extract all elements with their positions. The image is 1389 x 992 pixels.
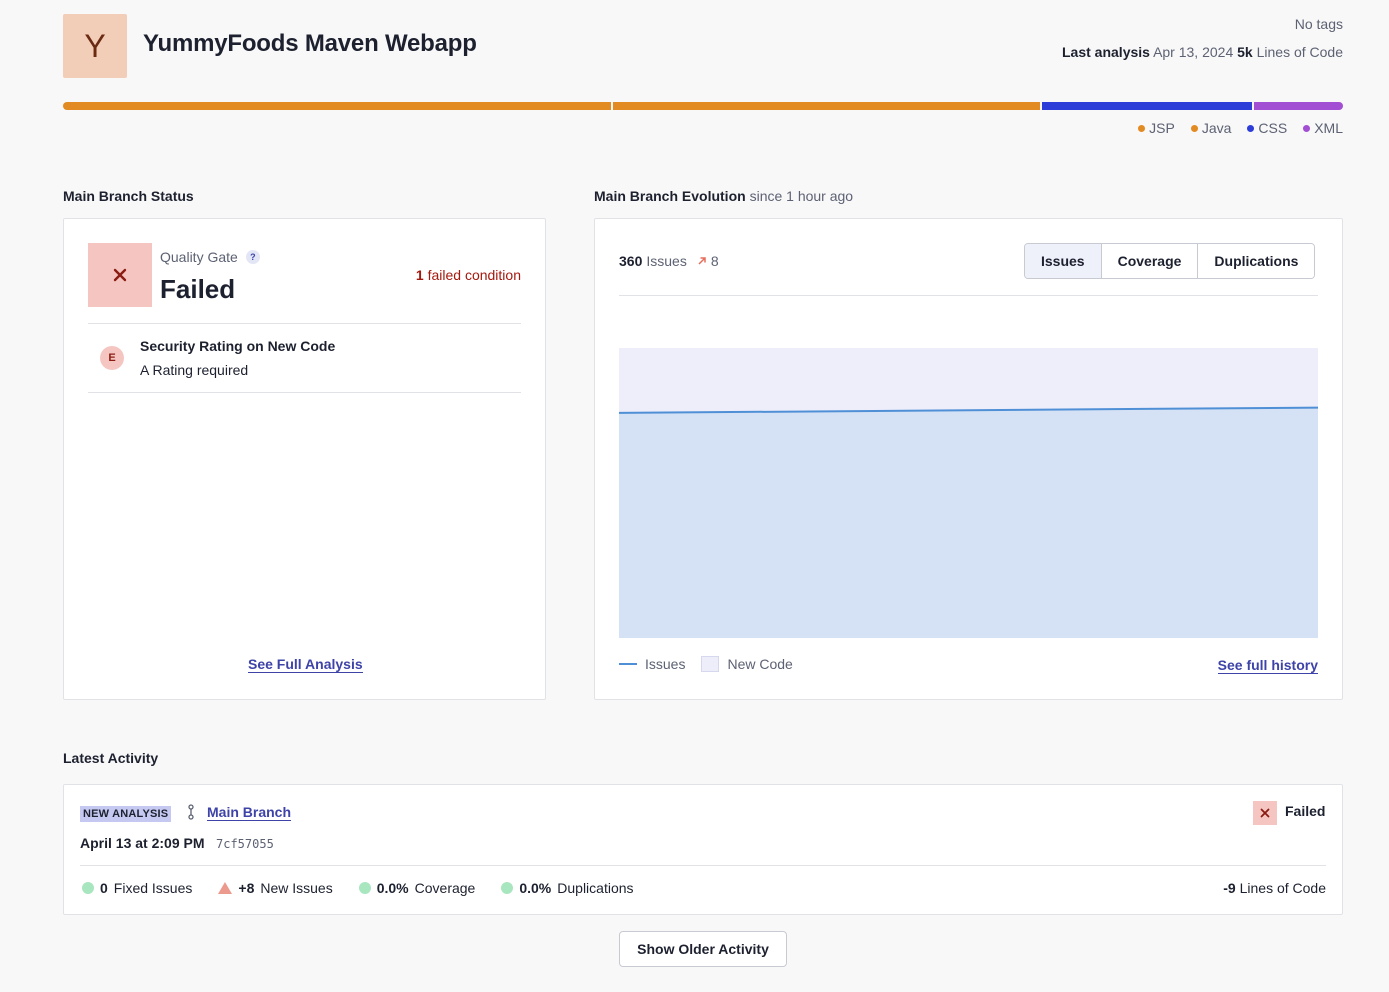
quality-gate-label: Quality Gate ? xyxy=(160,249,260,265)
analysis-date: April 13 at 2:09 PM xyxy=(80,835,205,851)
activity-stats: 0 Fixed Issues +8 New Issues 0.0% Covera… xyxy=(82,880,634,896)
project-avatar: Y xyxy=(63,14,127,78)
issues-area xyxy=(619,407,1318,638)
divider xyxy=(619,295,1318,296)
main-branch-link[interactable]: Main Branch xyxy=(207,804,292,821)
fixed-issues-label: Fixed Issues xyxy=(113,880,193,896)
last-analysis-label: Last analysis xyxy=(1062,44,1150,60)
duplications-label: Duplications xyxy=(557,880,634,896)
evolution-title: Main Branch Evolution xyxy=(594,188,746,204)
see-full-history-link[interactable]: See full history xyxy=(1217,657,1318,674)
legend-item-issues: Issues xyxy=(619,656,685,672)
divider xyxy=(88,392,521,393)
project-title: YummyFoods Maven Webapp xyxy=(143,30,477,57)
condition-requirement: A Rating required xyxy=(140,362,249,378)
new-issues-value: +8 xyxy=(238,880,255,896)
quality-gate-label-text: Quality Gate xyxy=(160,249,238,265)
stat-duplications: 0.0% Duplications xyxy=(501,880,634,896)
legend-item-css: CSS xyxy=(1247,120,1287,136)
failed-condition-count: 1 failed condition xyxy=(416,267,521,283)
language-segment-java xyxy=(612,102,1040,110)
coverage-value: 0.0% xyxy=(376,880,409,896)
legend-new-code-swatch xyxy=(701,656,720,672)
legend-label: JSP xyxy=(1149,120,1175,136)
failed-status-icon xyxy=(1253,801,1277,825)
security-rating-badge: E xyxy=(100,346,124,370)
loc-delta-value: -9 xyxy=(1223,880,1236,896)
language-segment-jsp xyxy=(63,102,611,110)
see-full-analysis-link[interactable]: See Full Analysis xyxy=(248,656,363,673)
divider xyxy=(88,323,521,324)
condition-title[interactable]: Security Rating on New Code xyxy=(140,338,335,354)
loc-label: Lines of Code xyxy=(1256,44,1343,60)
legend-dot xyxy=(1138,124,1146,132)
warning-triangle-icon xyxy=(218,882,233,894)
new-analysis-badge: NEW ANALYSIS xyxy=(80,806,172,822)
last-analysis-date: Apr 13, 2024 xyxy=(1153,44,1234,60)
legend-label: XML xyxy=(1314,120,1343,136)
evolution-section-title: Main Branch Evolution since 1 hour ago xyxy=(594,188,853,204)
status-section-title: Main Branch Status xyxy=(63,188,194,204)
metric-toggle: Issues Coverage Duplications xyxy=(1024,243,1316,279)
green-dot-icon xyxy=(82,882,94,894)
quality-gate-failed-icon xyxy=(88,243,152,307)
legend-dot xyxy=(1247,124,1255,132)
arrow-up-right-icon xyxy=(698,257,706,265)
failed-count: 1 xyxy=(415,267,424,283)
quality-gate-status: Failed xyxy=(160,274,236,304)
issues-evolution-chart xyxy=(619,348,1319,638)
x-icon xyxy=(113,268,127,282)
activity-status: Failed xyxy=(1285,803,1326,819)
loc-delta-label: Lines of Code xyxy=(1239,880,1326,896)
legend-dot xyxy=(1303,124,1311,132)
stat-new-issues: +8 New Issues xyxy=(218,880,333,896)
tab-issues[interactable]: Issues xyxy=(1025,244,1102,278)
legend-item-java: Java xyxy=(1190,120,1232,136)
legend-dot xyxy=(1190,124,1198,132)
issues-trend-value: 8 xyxy=(710,253,719,269)
show-older-activity-button[interactable]: Show Older Activity xyxy=(619,931,787,967)
legend-label: Java xyxy=(1201,120,1232,136)
language-segment-css xyxy=(1041,102,1252,110)
legend-item-xml: XML xyxy=(1303,120,1343,136)
issues-value: 360 xyxy=(619,253,643,269)
help-icon[interactable]: ? xyxy=(245,250,260,264)
evolution-since: since 1 hour ago xyxy=(749,188,854,204)
commit-hash[interactable]: 7cf57055 xyxy=(216,837,274,851)
tab-duplications[interactable]: Duplications xyxy=(1198,244,1315,278)
chart-legend: Issues New Code xyxy=(619,656,793,672)
loc-value: 5k xyxy=(1237,44,1253,60)
green-dot-icon xyxy=(358,882,371,894)
legend-label: CSS xyxy=(1258,120,1288,136)
language-legend: JSP Java CSS XML xyxy=(1138,120,1343,136)
coverage-label: Coverage xyxy=(414,880,476,896)
tab-coverage[interactable]: Coverage xyxy=(1101,244,1199,278)
legend-issues-label: Issues xyxy=(645,656,686,672)
divider xyxy=(80,865,1326,866)
project-tags[interactable]: No tags xyxy=(1295,16,1343,32)
green-dot-icon xyxy=(501,882,514,894)
fixed-issues-value: 0 xyxy=(100,880,108,896)
failed-count-label: failed condition xyxy=(427,267,521,283)
activity-section-title: Latest Activity xyxy=(63,750,159,766)
stat-fixed-issues: 0 Fixed Issues xyxy=(82,880,192,896)
lines-of-code-delta: -9 Lines of Code xyxy=(1223,880,1326,896)
language-segment-xml xyxy=(1253,102,1343,110)
legend-line-swatch xyxy=(619,663,637,665)
last-analysis-info: Last analysis Apr 13, 2024 5k Lines of C… xyxy=(1062,44,1343,60)
legend-item-jsp: JSP xyxy=(1138,120,1175,136)
legend-new-code-label: New Code xyxy=(727,656,793,672)
issues-label: Issues xyxy=(646,253,687,269)
duplications-value: 0.0% xyxy=(519,880,552,896)
stat-coverage: 0.0% Coverage xyxy=(358,880,476,896)
language-distribution-bar xyxy=(63,102,1343,110)
x-icon xyxy=(1260,808,1270,818)
branch-icon xyxy=(188,804,194,820)
new-issues-label: New Issues xyxy=(260,880,333,896)
issues-count: 360 Issues 8 xyxy=(619,253,719,269)
legend-item-new-code: New Code xyxy=(701,656,793,672)
